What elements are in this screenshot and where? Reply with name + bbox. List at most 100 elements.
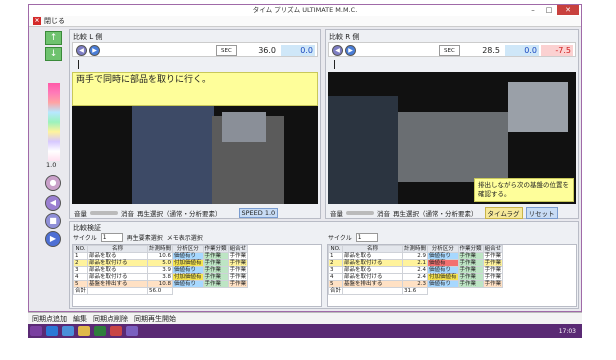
minimize-button[interactable]: – <box>525 5 541 15</box>
table-cell: 手作業 <box>457 252 484 260</box>
table-row[interactable]: 3 部品を取る 2.4 価値有り 手作業 手作業 <box>327 266 504 274</box>
record-icon[interactable]: ● <box>45 175 61 191</box>
table-cell: 価値有り <box>427 280 459 288</box>
left-timeline-cursor[interactable] <box>78 60 79 69</box>
table-cell: 価値有り <box>427 252 459 260</box>
explorer-icon[interactable] <box>78 326 90 336</box>
right-cycle-bar: サイクル 1 <box>328 233 378 242</box>
right-cycle-select[interactable]: 1 <box>355 233 378 242</box>
right-mute-button[interactable]: 消音 <box>377 208 390 218</box>
left-table-panel: NO. 名称 計測時間 分析区分 作業分類 組合せ 1 部品を取る 10.6 価値有り… <box>72 244 322 307</box>
table-row[interactable]: 4 部品を取付ける 3.8 付加価値有 手作業 手作業 <box>72 273 249 281</box>
left-volume-slider[interactable] <box>90 210 118 215</box>
right-sec-button[interactable]: SEC <box>439 45 460 56</box>
table-cell: 部品を取付ける <box>87 273 149 281</box>
col-work: 作業分類 <box>202 245 229 253</box>
table-cell: 1 <box>327 252 344 260</box>
col-combo: 組合せ <box>482 245 504 253</box>
powerpoint-icon[interactable] <box>110 326 122 336</box>
table-cell: 手作業 <box>202 280 229 288</box>
table-cell: 付加価値有 <box>172 273 204 281</box>
edit-button[interactable]: 編集 <box>73 314 87 324</box>
left-play-select[interactable]: 再生選択（通常・分析要素） <box>137 208 222 218</box>
right-video[interactable]: 排出しながら次の基盤の位置を確認する。 <box>328 72 576 204</box>
ie-icon[interactable] <box>62 326 74 336</box>
table-cell: 部品を取る <box>87 252 149 260</box>
right-panel-title: 比較 R 側 <box>329 33 360 41</box>
sync-play-button[interactable]: 同期再生開始 <box>134 314 176 324</box>
left-mute-button[interactable]: 消音 <box>121 208 134 218</box>
right-cycle-label: サイクル <box>328 235 352 242</box>
left-panel: 比較 L 側 ◀ ▶ SEC 36.0 0.0 両手で同時に部品を取りに行く。 … <box>69 29 321 219</box>
table-cell: 3 <box>72 266 89 274</box>
right-play-icon[interactable]: ▶ <box>345 45 356 56</box>
table-cell: 3.8 <box>147 273 174 281</box>
close-window-button[interactable]: ✕ <box>557 5 579 15</box>
right-prev-icon[interactable]: ◀ <box>332 45 343 56</box>
table-row[interactable]: 2 部品を取付ける 5.0 付加価値有 手作業 手作業 <box>72 259 249 267</box>
table-cell: 価値有り <box>172 280 204 288</box>
table-cell: 4 <box>72 273 89 281</box>
table-row[interactable]: 5 基盤を排出する 10.8 価値有り 手作業 手作業 <box>72 280 249 288</box>
right-volume-slider[interactable] <box>346 210 374 215</box>
table-cell: 基盤を排出する <box>342 280 404 288</box>
table-row[interactable]: 2 部品を取付ける 2.1 価値有 手作業 手作業 <box>327 259 504 267</box>
maximize-button[interactable]: □ <box>541 5 557 15</box>
right-diff2-value: -7.5 <box>541 45 573 56</box>
table-cell: 基盤を排出する <box>87 280 149 288</box>
table-row[interactable]: 3 部品を取る 3.9 価値有り 手作業 手作業 <box>72 266 249 274</box>
left-caption: 両手で同時に部品を取りに行く。 <box>72 72 318 106</box>
table-cell: 手作業 <box>482 280 504 288</box>
table-cell: 価値有り <box>172 252 204 260</box>
down-arrow-icon[interactable]: ↓ <box>45 47 62 61</box>
app-icon[interactable] <box>126 326 138 336</box>
left-speed-button[interactable]: SPEED 1.0 <box>238 207 279 218</box>
right-video-controls: 音量 消音 再生選択（通常・分析要素） タイムラグ リセット <box>330 206 558 219</box>
table-row[interactable]: 5 基盤を排出する 2.3 価値有り 手作業 手作業 <box>327 280 504 288</box>
up-arrow-icon[interactable]: ↑ <box>45 31 62 45</box>
stop-icon[interactable]: ■ <box>45 213 61 229</box>
add-sync-button[interactable]: 同期点追加 <box>32 314 67 324</box>
timelag-button[interactable]: タイムラグ <box>484 206 523 219</box>
table-cell: 2.4 <box>402 273 429 281</box>
left-prev-icon[interactable]: ◀ <box>76 45 87 56</box>
reset-button[interactable]: リセット <box>525 206 558 219</box>
table-cell: 手作業 <box>202 252 229 260</box>
right-timeline-cursor[interactable] <box>334 60 335 69</box>
right-panel: 比較 R 側 ◀ ▶ SEC 28.5 0.0 -7.5 排出しながら次の基盤の… <box>325 29 579 219</box>
start-icon[interactable] <box>30 326 42 336</box>
total-cell <box>342 287 404 295</box>
cycle-select[interactable]: 1 <box>100 233 123 242</box>
table-cell: 手作業 <box>457 259 484 267</box>
play-icon[interactable]: ▶ <box>45 231 61 247</box>
color-palette[interactable] <box>48 83 60 161</box>
table-cell: 部品を取付ける <box>342 273 404 281</box>
table-row[interactable]: 4 部品を取付ける 2.4 付加価値有 手作業 手作業 <box>327 273 504 281</box>
close-icon[interactable]: × <box>33 17 41 25</box>
table-cell: 手作業 <box>227 280 249 288</box>
table-cell: 部品を取る <box>87 266 149 274</box>
outlook-icon[interactable] <box>46 326 58 336</box>
left-play-icon[interactable]: ▶ <box>89 45 100 56</box>
table-row[interactable]: 1 部品を取る 10.6 価値有り 手作業 手作業 <box>72 252 249 260</box>
left-video[interactable]: 両手で同時に部品を取りに行く。 <box>72 72 318 204</box>
total-cell: 56.0 <box>147 287 174 295</box>
table-cell: 10.6 <box>147 252 174 260</box>
play-element-select[interactable]: 再生要素選択 <box>127 233 163 242</box>
col-time: 計測時間 <box>147 245 174 253</box>
right-volume-label: 音量 <box>330 209 343 218</box>
left-diff-value: 0.0 <box>281 45 315 56</box>
rewind-icon[interactable]: ◀ <box>45 195 61 211</box>
table-cell: 部品を取る <box>342 252 404 260</box>
table-cell: 10.8 <box>147 280 174 288</box>
excel-icon[interactable] <box>94 326 106 336</box>
delete-sync-button[interactable]: 同期点削除 <box>93 314 128 324</box>
table-row[interactable]: 1 部品を取る 2.9 価値有り 手作業 手作業 <box>327 252 504 260</box>
total-row: 合計 31.6 <box>327 287 503 295</box>
col-name: 名称 <box>342 245 404 253</box>
close-menu[interactable]: 閉じる <box>44 16 65 26</box>
left-sec-button[interactable]: SEC <box>216 45 237 56</box>
memo-display-select[interactable]: メモ表示選択 <box>167 233 203 242</box>
right-play-select[interactable]: 再生選択（通常・分析要素） <box>393 208 478 218</box>
col-combo: 組合せ <box>227 245 249 253</box>
